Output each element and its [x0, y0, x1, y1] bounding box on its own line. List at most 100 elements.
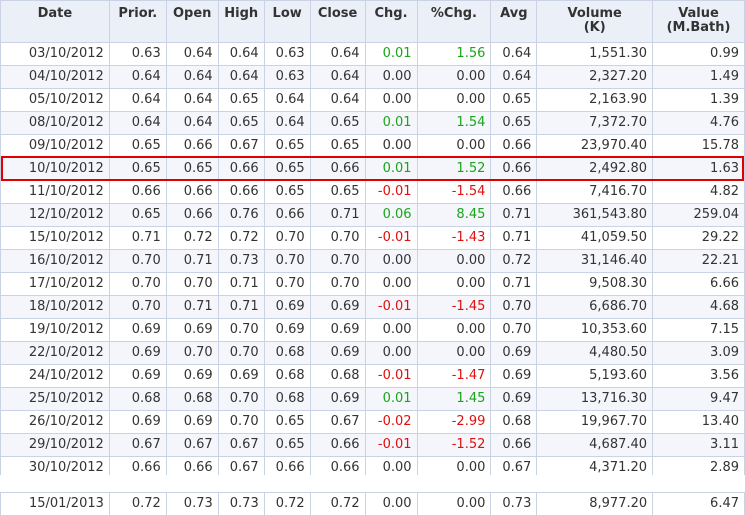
cell-open: 0.64 — [166, 43, 218, 66]
cell-low: 0.64 — [264, 89, 310, 112]
header-low[interactable]: Low — [264, 1, 310, 43]
cell-volume: 1,551.30 — [537, 43, 653, 66]
cell-pchg: -1.52 — [417, 434, 491, 457]
cell-volume: 41,059.50 — [537, 227, 653, 250]
cell-close: 0.67 — [310, 411, 365, 434]
header-volume[interactable]: Volume (K) — [537, 1, 653, 43]
table-row[interactable]: 26/10/20120.690.690.700.650.67-0.02-2.99… — [1, 411, 745, 434]
table-row[interactable]: 10/10/20120.650.650.660.650.660.011.520.… — [1, 158, 745, 181]
cell-high: 0.66 — [218, 181, 264, 204]
table-row[interactable]: 08/10/20120.640.640.650.640.650.011.540.… — [1, 112, 745, 135]
header-open[interactable]: Open — [166, 1, 218, 43]
cell-volume: 10,353.60 — [537, 319, 653, 342]
table-row[interactable]: 22/10/20120.690.700.700.680.690.000.000.… — [1, 342, 745, 365]
cell-value: 6.47 — [653, 493, 745, 515]
cell-open: 0.66 — [166, 135, 218, 158]
cell-volume: 5,193.60 — [537, 365, 653, 388]
cell-date: 05/10/2012 — [1, 89, 110, 112]
cell-volume: 19,967.70 — [537, 411, 653, 434]
table-row[interactable]: 05/10/20120.640.640.650.640.640.000.000.… — [1, 89, 745, 112]
table-row[interactable]: 12/10/20120.650.660.760.660.710.068.450.… — [1, 204, 745, 227]
cell-close: 0.65 — [310, 181, 365, 204]
header-close[interactable]: Close — [310, 1, 365, 43]
cell-date: 29/10/2012 — [1, 434, 110, 457]
cell-avg: 0.68 — [491, 411, 537, 434]
table-row[interactable]: 18/10/20120.700.710.710.690.69-0.01-1.45… — [1, 296, 745, 319]
cell-low: 0.66 — [264, 204, 310, 227]
cell-pchg: 0.00 — [417, 89, 491, 112]
cell-chg: -0.01 — [365, 296, 417, 319]
cell-low: 0.65 — [264, 181, 310, 204]
table-row[interactable]: 09/10/20120.650.660.670.650.650.000.000.… — [1, 135, 745, 158]
header-chg[interactable]: Chg. — [365, 1, 417, 43]
header-high[interactable]: High — [218, 1, 264, 43]
header-date[interactable]: Date — [1, 1, 110, 43]
cell-prior: 0.65 — [109, 204, 166, 227]
header-prior[interactable]: Prior. — [109, 1, 166, 43]
cell-volume: 8,977.20 — [537, 493, 653, 515]
table-row[interactable]: 19/10/20120.690.690.700.690.690.000.000.… — [1, 319, 745, 342]
cell-avg: 0.71 — [491, 273, 537, 296]
cell-low: 0.68 — [264, 365, 310, 388]
cell-high: 0.64 — [218, 66, 264, 89]
cell-chg: 0.00 — [365, 66, 417, 89]
cell-open: 0.66 — [166, 181, 218, 204]
cell-volume: 9,508.30 — [537, 273, 653, 296]
cell-high: 0.71 — [218, 273, 264, 296]
cell-prior: 0.72 — [109, 493, 166, 515]
cell-open: 0.69 — [166, 365, 218, 388]
cell-close: 0.70 — [310, 250, 365, 273]
table-row[interactable]: 16/10/20120.700.710.730.700.700.000.000.… — [1, 250, 745, 273]
cell-chg: -0.01 — [365, 365, 417, 388]
cell-prior: 0.64 — [109, 112, 166, 135]
cell-chg: -0.01 — [365, 227, 417, 250]
table-row[interactable]: 11/10/20120.660.660.660.650.65-0.01-1.54… — [1, 181, 745, 204]
cell-open: 0.69 — [166, 319, 218, 342]
table-row[interactable]: 29/10/20120.670.670.670.650.66-0.01-1.52… — [1, 434, 745, 457]
table-row[interactable]: 24/10/20120.690.690.690.680.68-0.01-1.47… — [1, 365, 745, 388]
table-row[interactable]: 25/10/20120.680.680.700.680.690.011.450.… — [1, 388, 745, 411]
cell-high: 0.69 — [218, 365, 264, 388]
cell-date: 18/10/2012 — [1, 296, 110, 319]
cell-prior: 0.69 — [109, 365, 166, 388]
cell-close: 0.65 — [310, 135, 365, 158]
cell-chg: 0.00 — [365, 319, 417, 342]
table-row[interactable]: 15/01/2013 0.72 0.73 0.73 0.72 0.72 0.00… — [1, 493, 745, 515]
cell-avg: 0.70 — [491, 319, 537, 342]
cell-pchg: 1.56 — [417, 43, 491, 66]
table-row[interactable]: 04/10/20120.640.640.640.630.640.000.000.… — [1, 66, 745, 89]
cell-value: 4.82 — [653, 181, 745, 204]
cell-pchg: 0.00 — [417, 342, 491, 365]
cell-chg: 0.00 — [365, 273, 417, 296]
cell-low: 0.69 — [264, 296, 310, 319]
cell-close: 0.72 — [310, 493, 365, 515]
cell-high: 0.70 — [218, 411, 264, 434]
cell-high: 0.64 — [218, 43, 264, 66]
header-pchg[interactable]: %Chg. — [417, 1, 491, 43]
cell-avg: 0.66 — [491, 135, 537, 158]
cell-high: 0.71 — [218, 296, 264, 319]
cell-pchg: 1.54 — [417, 112, 491, 135]
table-row[interactable]: 17/10/20120.700.700.710.700.700.000.000.… — [1, 273, 745, 296]
cell-value: 15.78 — [653, 135, 745, 158]
cell-prior: 0.70 — [109, 250, 166, 273]
cell-low: 0.70 — [264, 250, 310, 273]
cell-prior: 0.64 — [109, 89, 166, 112]
cell-prior: 0.63 — [109, 43, 166, 66]
cell-pchg: 8.45 — [417, 204, 491, 227]
cell-value: 1.39 — [653, 89, 745, 112]
header-avg[interactable]: Avg — [491, 1, 537, 43]
cell-prior: 0.70 — [109, 296, 166, 319]
cell-value: 29.22 — [653, 227, 745, 250]
cell-volume: 6,686.70 — [537, 296, 653, 319]
cell-avg: 0.65 — [491, 89, 537, 112]
header-value[interactable]: Value (M.Bath) — [653, 1, 745, 43]
cell-close: 0.69 — [310, 296, 365, 319]
cell-value: 13.40 — [653, 411, 745, 434]
table-row[interactable]: 15/10/20120.710.720.720.700.70-0.01-1.43… — [1, 227, 745, 250]
cell-date: 16/10/2012 — [1, 250, 110, 273]
cell-volume: 2,163.90 — [537, 89, 653, 112]
table-row[interactable]: 03/10/20120.630.640.640.630.640.011.560.… — [1, 43, 745, 66]
cell-pchg: -1.54 — [417, 181, 491, 204]
cell-low: 0.65 — [264, 135, 310, 158]
